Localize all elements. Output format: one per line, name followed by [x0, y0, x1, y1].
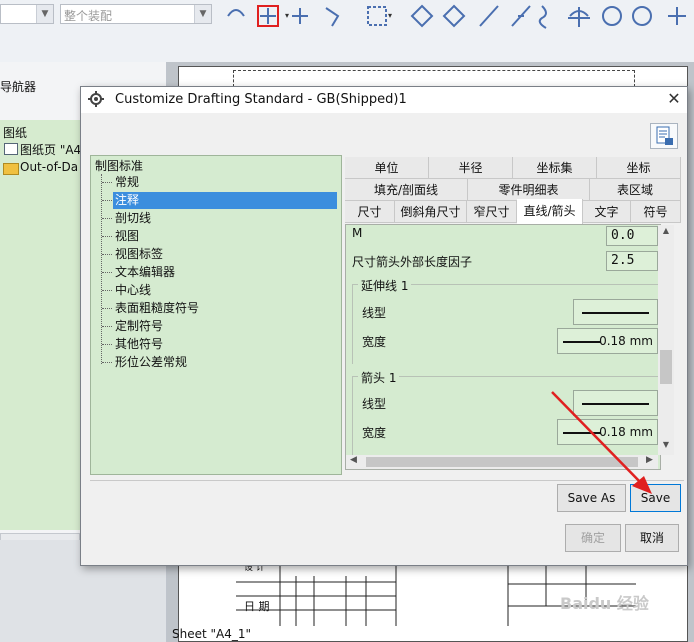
tab-line-arrow[interactable]: 直线/箭头 — [517, 199, 583, 224]
ext-width-picker[interactable]: 0.18 mm — [557, 328, 658, 354]
snap-circle-center-icon — [602, 6, 622, 26]
tab-chamfer-dimension[interactable]: 倒斜角尺寸 — [395, 201, 467, 223]
snap-curve-icon — [538, 5, 547, 29]
snap-midpoint-icon — [511, 5, 531, 27]
factor-label: 尺寸箭头外部长度因子 — [352, 255, 473, 269]
nav-item-out-of-date[interactable]: Out-of-Da — [20, 160, 78, 174]
tab-table-region[interactable]: 表区域 — [590, 179, 681, 201]
tab-fill-hatch[interactable]: 填充/剖面线 — [345, 179, 468, 201]
svg-text:▾: ▾ — [388, 11, 392, 20]
tree-item-other-symbols[interactable]: 其他符号 — [113, 336, 165, 353]
navigator-tree-bg — [0, 120, 80, 530]
tab-coordinate-set[interactable]: 坐标集 — [513, 157, 597, 179]
selection-box-icon — [367, 6, 387, 26]
tree-item-view-label[interactable]: 视图标签 — [113, 246, 165, 263]
tab-coordinate[interactable]: 坐标 — [597, 157, 681, 179]
tab-dimension[interactable]: 尺寸 — [345, 201, 395, 223]
title-block-date: 日 期 — [244, 600, 270, 613]
ext-width-label: 宽度 — [362, 335, 387, 349]
close-button[interactable]: ✕ — [665, 90, 683, 108]
gear-icon — [88, 91, 104, 107]
tree-item-centerline[interactable]: 中心线 — [113, 282, 153, 299]
snap-toolbar-icons: ▾ ▾ — [227, 4, 686, 29]
assembly-scope-combo[interactable]: 整个装配 ▼ — [60, 4, 212, 24]
chevron-down-icon: ▼ — [194, 5, 211, 23]
tree-item-annotation[interactable]: 注释 — [113, 192, 337, 209]
snap-line-icon — [479, 5, 499, 27]
arrow-group-title: 箭头 1 — [358, 369, 400, 386]
snap-arrow-icon — [325, 7, 340, 27]
tab-parts-list[interactable]: 零件明细表 — [468, 179, 590, 201]
assembly-scope-value: 整个装配 — [64, 9, 113, 23]
watermark: Baidu 经验 — [560, 594, 649, 613]
cancel-button[interactable]: 取消 — [625, 524, 679, 552]
scroll-up-icon[interactable]: ▲ — [658, 226, 674, 240]
m-label: M — [352, 226, 363, 240]
close-icon: ✕ — [667, 89, 681, 108]
chevron-down-icon: ▼ — [36, 5, 53, 23]
ext-linetype-picker[interactable] — [573, 299, 658, 325]
sheet-label: Sheet "A4_1" — [172, 627, 252, 641]
arrow-width-label: 宽度 — [362, 426, 387, 440]
header-settings-button[interactable] — [650, 123, 678, 149]
arrow-linetype-label: 线型 — [362, 397, 387, 411]
snap-diamond2-icon — [442, 4, 466, 28]
document-settings-icon — [656, 126, 673, 145]
nav-item-drawing[interactable]: 图纸 — [3, 124, 27, 141]
folder-icon — [3, 163, 19, 175]
selection-filter-combo[interactable]: ▼ — [0, 4, 54, 24]
snap-cross-icon — [292, 8, 308, 24]
tree-connector — [101, 174, 102, 364]
tab-symbol[interactable]: 符号 — [631, 201, 681, 223]
ext-width-value: 0.18 mm — [599, 334, 653, 348]
tree-item-view[interactable]: 视图 — [113, 228, 141, 245]
nav-item-sheet[interactable]: 图纸页 "A4 — [20, 141, 81, 158]
m-value-field[interactable]: 0.0 — [606, 226, 658, 246]
dialog-title: Customize Drafting Standard - GB(Shipped… — [115, 92, 407, 107]
ok-button[interactable]: 确定 — [565, 524, 621, 552]
tab-unit[interactable]: 单位 — [345, 157, 429, 179]
tree-item-text-editor[interactable]: 文本编辑器 — [113, 264, 177, 281]
vertical-scroll-thumb[interactable] — [660, 350, 672, 384]
snap-quadrant-icon — [632, 6, 652, 26]
arrow-outside-length-factor-field[interactable]: 2.5 — [606, 251, 658, 271]
scroll-left-icon[interactable]: ◀ — [350, 455, 357, 465]
tree-item-gdt-general[interactable]: 形位公差常规 — [113, 354, 189, 371]
tree-item-custom-symbol[interactable]: 定制符号 — [113, 318, 165, 335]
ext-linetype-label: 线型 — [362, 306, 387, 320]
svg-text:▾: ▾ — [285, 11, 289, 20]
tree-root[interactable]: 制图标准 — [95, 157, 143, 174]
snap-diamond-icon — [410, 4, 434, 28]
tab-narrow-dimension[interactable]: 窄尺寸 — [467, 201, 517, 223]
undo-snap-icon — [227, 9, 245, 17]
tab-radius[interactable]: 半径 — [429, 157, 513, 179]
snap-perpendicular-icon — [568, 7, 590, 27]
tree-item-surface-roughness[interactable]: 表面粗糙度符号 — [113, 300, 201, 317]
red-arrow-annotation-icon — [551, 391, 652, 494]
tab-text[interactable]: 文字 — [583, 201, 631, 223]
navigator-title: 导航器 — [0, 80, 37, 94]
tree-item-general[interactable]: 常规 — [113, 174, 141, 191]
tree-item-section-line[interactable]: 剖切线 — [113, 210, 153, 227]
sheet-icon — [4, 143, 18, 155]
extension-line-group-title: 延伸线 1 — [358, 277, 412, 294]
